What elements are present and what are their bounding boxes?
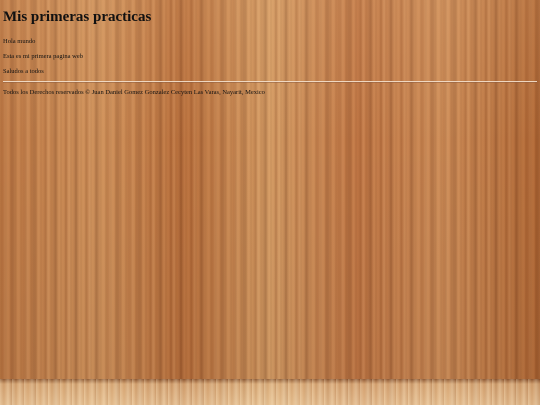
background-floor-strip — [0, 379, 540, 405]
footer-copyright: Todos los Derechos reservados © Juan Dan… — [3, 89, 265, 96]
paragraph-saludos: Saludos a todos — [3, 68, 44, 75]
page-content: Mis primeras practicas Hola mundo Esta e… — [0, 0, 540, 97]
paragraph-hola-mundo: Hola mundo — [3, 38, 36, 45]
page-background: { "page": { "heading": "Mis primeras pra… — [0, 0, 540, 405]
page-title: Mis primeras practicas — [3, 9, 152, 25]
paragraph-primera-pagina: Esta es mi primera pagina web — [3, 53, 83, 60]
divider — [3, 81, 537, 83]
